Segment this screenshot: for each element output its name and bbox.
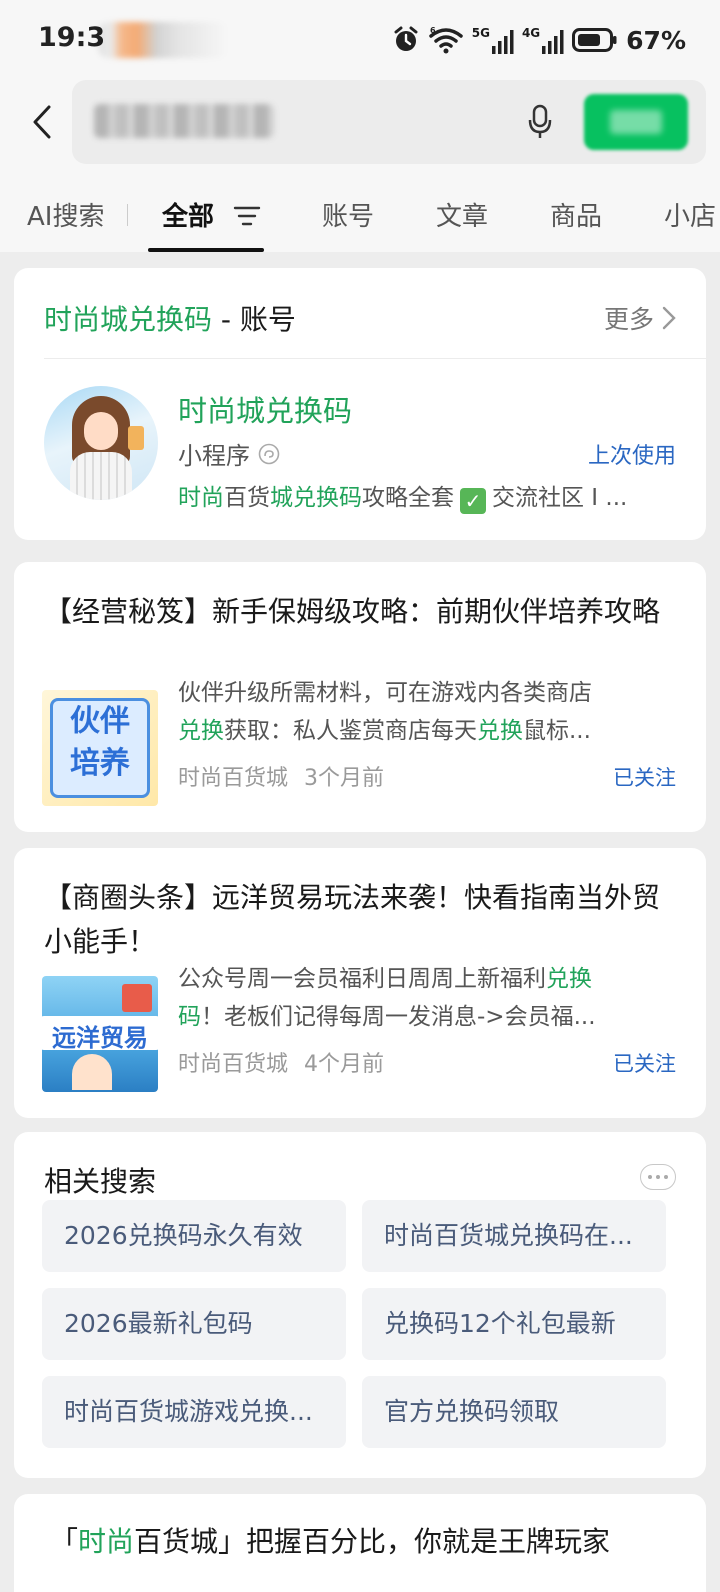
mini-program-type: 小程序 <box>178 436 280 471</box>
tab-all-label: 全部 <box>162 202 215 232</box>
article-thumbnail: 远洋贸易 <box>42 976 158 1092</box>
tab-articles[interactable]: 文章 <box>436 196 488 233</box>
account-section-title: 时尚城兑换码 - 账号 <box>44 303 296 336</box>
search-query-blurred <box>94 104 274 138</box>
svg-text:6: 6 <box>430 26 436 35</box>
mini-program-description: 时尚百货城兑换码攻略全套 ✓ 交流社区 I ... <box>178 485 628 514</box>
related-search-chip[interactable]: 时尚百货城兑换码在... <box>362 1200 666 1272</box>
status-notification-blur <box>98 22 228 58</box>
article-card[interactable]: 【经营秘笈】新手保姆级攻略：前期伙伴培养攻略 伙伴 培养 伙伴升级所需材料，可在… <box>14 562 706 832</box>
followed-badge: 已关注 <box>613 1052 676 1076</box>
article-meta: 时尚百货城 3个月前 <box>178 760 384 792</box>
article-title[interactable]: 【经营秘笈】新手保姆级攻略：前期伙伴培养攻略 <box>44 590 684 634</box>
article-thumbnail: 伙伴 培养 <box>42 690 158 806</box>
article-time: 4个月前 <box>304 1052 385 1077</box>
related-searches-title: 相关搜索 <box>44 1165 157 1198</box>
wifi-icon: 6 <box>429 26 463 54</box>
article-meta: 时尚百货城 4个月前 <box>178 1046 384 1078</box>
related-search-chip[interactable]: 时尚百货城游戏兑换... <box>42 1376 346 1448</box>
related-search-chip[interactable]: 官方兑换码领取 <box>362 1376 666 1448</box>
article-card[interactable]: 【商圈头条】远洋贸易玩法来袭！快看指南当外贸小能手！ 远洋贸易 公众号周一会员福… <box>14 848 706 1118</box>
network-5g-icon: 5G <box>472 26 514 54</box>
article-snippet: 公众号周一会员福利日周周上新福利兑换 码！老板们记得每周一发消息->会员福... <box>178 966 596 1030</box>
filter-icon <box>233 206 261 226</box>
active-tab-indicator <box>148 248 264 252</box>
more-accounts-link[interactable]: 更多 <box>604 300 676 336</box>
back-arrow-icon <box>33 105 51 139</box>
tab-accounts[interactable]: 账号 <box>322 196 374 233</box>
search-bar <box>0 80 720 170</box>
check-mark-icon: ✓ <box>460 488 486 514</box>
microphone-icon <box>528 104 552 138</box>
search-input[interactable] <box>72 80 706 164</box>
last-used-label: 上次使用 <box>587 444 676 469</box>
article-source: 时尚百货城 <box>178 1052 289 1077</box>
related-search-chip[interactable]: 2026兑换码永久有效 <box>42 1200 346 1272</box>
more-options-icon[interactable] <box>640 1164 676 1190</box>
network-4g-icon: 4G <box>522 26 564 54</box>
article-card[interactable]: 「时尚百货城」把握百分比，你就是王牌玩家 <box>14 1494 706 1592</box>
followed-badge: 已关注 <box>613 766 676 790</box>
status-bar: 19:3 6 5G 4G 67% <box>0 0 720 80</box>
back-button[interactable] <box>22 100 62 144</box>
battery-percent: 67% <box>626 25 686 55</box>
divider <box>44 358 706 359</box>
tab-divider <box>127 204 128 226</box>
tab-shops[interactable]: 小店 <box>664 196 716 233</box>
tab-ai-search[interactable]: AI搜索 <box>27 196 104 233</box>
filter-tabs: AI搜索 全部 账号 文章 商品 小店 <box>0 170 720 252</box>
account-card: 时尚城兑换码 - 账号 更多 时尚城兑换码 小程序 上次使用 时尚百货城兑换码攻… <box>14 268 706 540</box>
related-search-chip[interactable]: 兑换码12个礼包最新 <box>362 1288 666 1360</box>
search-button[interactable] <box>584 94 688 150</box>
mini-program-icon <box>258 443 280 464</box>
related-search-chip[interactable]: 2026最新礼包码 <box>42 1288 346 1360</box>
related-searches-card: 相关搜索 2026兑换码永久有效 时尚百货城兑换码在... 2026最新礼包码 … <box>14 1132 706 1478</box>
status-time: 19:3 <box>38 22 106 53</box>
article-title[interactable]: 「时尚百货城」把握百分比，你就是王牌玩家 <box>50 1520 610 1560</box>
chevron-right-icon <box>662 306 676 330</box>
tab-products[interactable]: 商品 <box>550 196 602 233</box>
tab-all[interactable]: 全部 <box>162 196 261 233</box>
article-time: 3个月前 <box>304 766 385 791</box>
article-source: 时尚百货城 <box>178 766 289 791</box>
status-icons: 6 5G 4G 67% <box>392 22 686 58</box>
battery-icon <box>572 28 617 52</box>
article-snippet: 伙伴升级所需材料，可在游戏内各类商店 兑换获取：私人鉴赏商店每天兑换鼠标... <box>178 680 592 744</box>
alarm-icon <box>394 26 418 51</box>
voice-input-button[interactable] <box>522 102 558 142</box>
mini-program-avatar[interactable] <box>44 386 158 500</box>
search-button-label-blurred <box>610 110 662 134</box>
article-title[interactable]: 【商圈头条】远洋贸易玩法来袭！快看指南当外贸小能手！ <box>44 876 684 964</box>
mini-program-name[interactable]: 时尚城兑换码 <box>178 388 352 430</box>
